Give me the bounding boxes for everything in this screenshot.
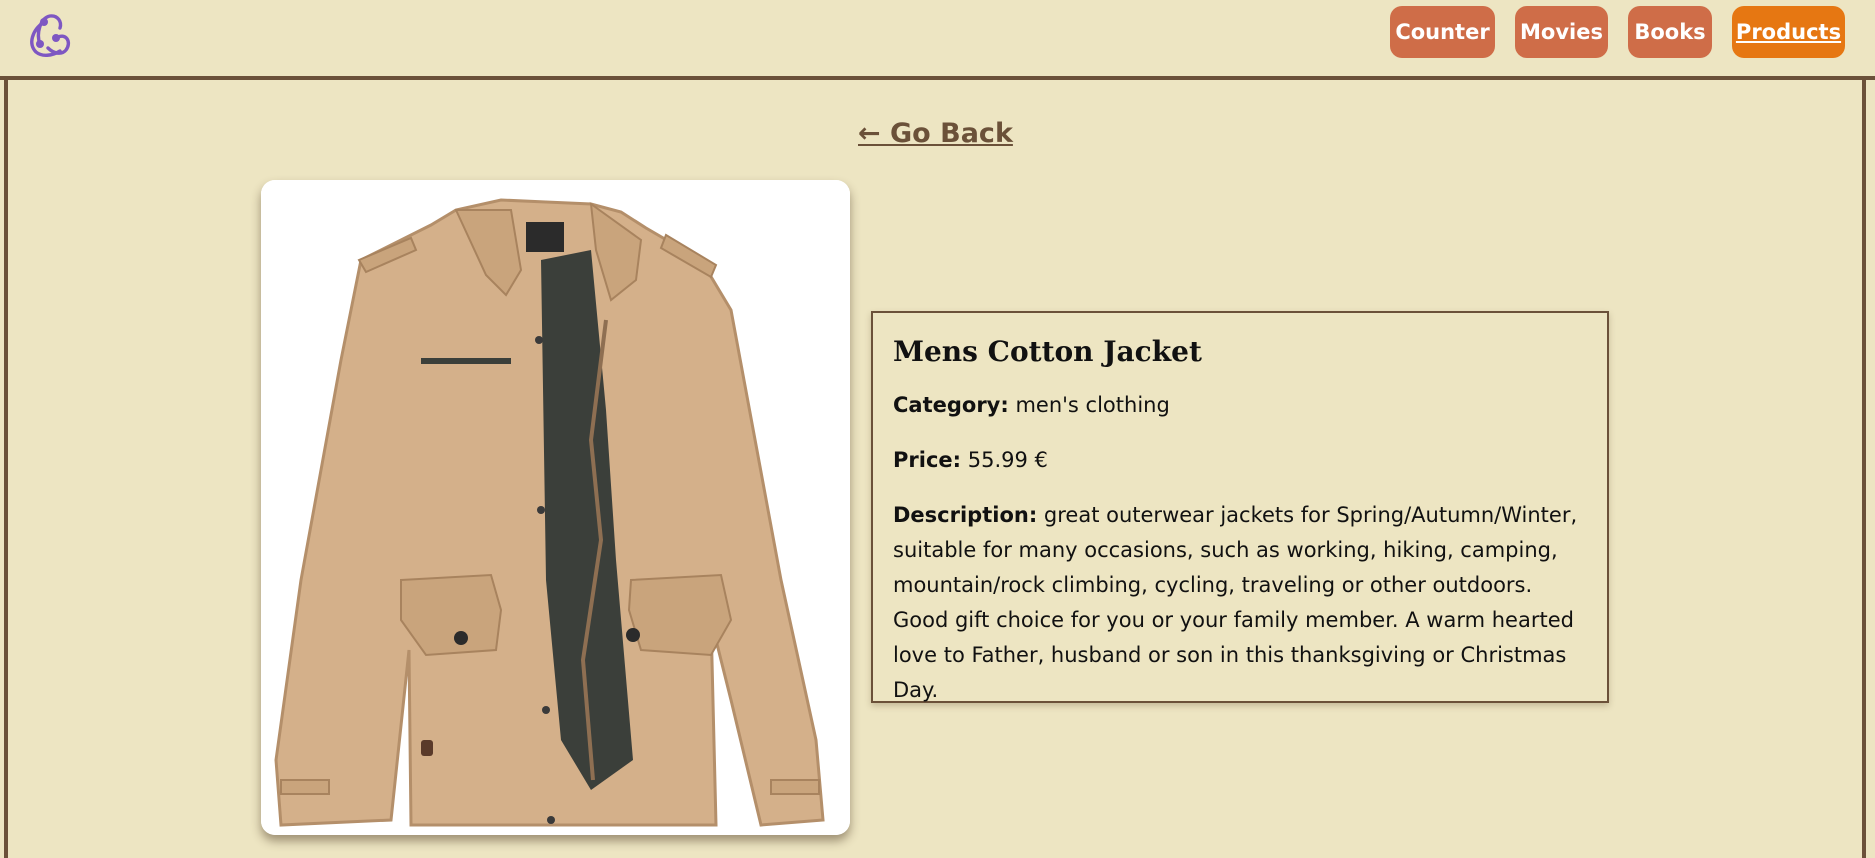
description-value: great outerwear jackets for Spring/Autum… [893, 503, 1578, 702]
content-frame-right-border [1862, 80, 1866, 858]
product-title: Mens Cotton Jacket [893, 335, 1202, 368]
category-label: Category: [893, 393, 1009, 417]
nav-books-button[interactable]: Books [1628, 6, 1712, 58]
product-image-card [261, 180, 850, 835]
price-value: 55.99 € [967, 448, 1048, 472]
content-frame-left-border [4, 80, 8, 858]
product-details-box: Mens Cotton Jacket Category: men's cloth… [871, 311, 1609, 703]
product-price: Price: 55.99 € [893, 443, 1587, 478]
go-back-link[interactable]: ← Go Back [858, 118, 1013, 149]
description-label: Description: [893, 503, 1038, 527]
price-label: Price: [893, 448, 962, 472]
top-navbar: Counter Movies Books Products [0, 0, 1875, 80]
category-value: men's clothing [1015, 393, 1170, 417]
redux-logo-icon[interactable] [22, 8, 76, 62]
product-category: Category: men's clothing [893, 388, 1587, 423]
nav-counter-button[interactable]: Counter [1390, 6, 1495, 58]
nav-movies-button[interactable]: Movies [1515, 6, 1608, 58]
jacket-image [261, 180, 850, 835]
main-nav: Counter Movies Books Products [1390, 6, 1845, 58]
product-description: Description: great outerwear jackets for… [893, 498, 1587, 708]
nav-products-button[interactable]: Products [1732, 6, 1845, 58]
